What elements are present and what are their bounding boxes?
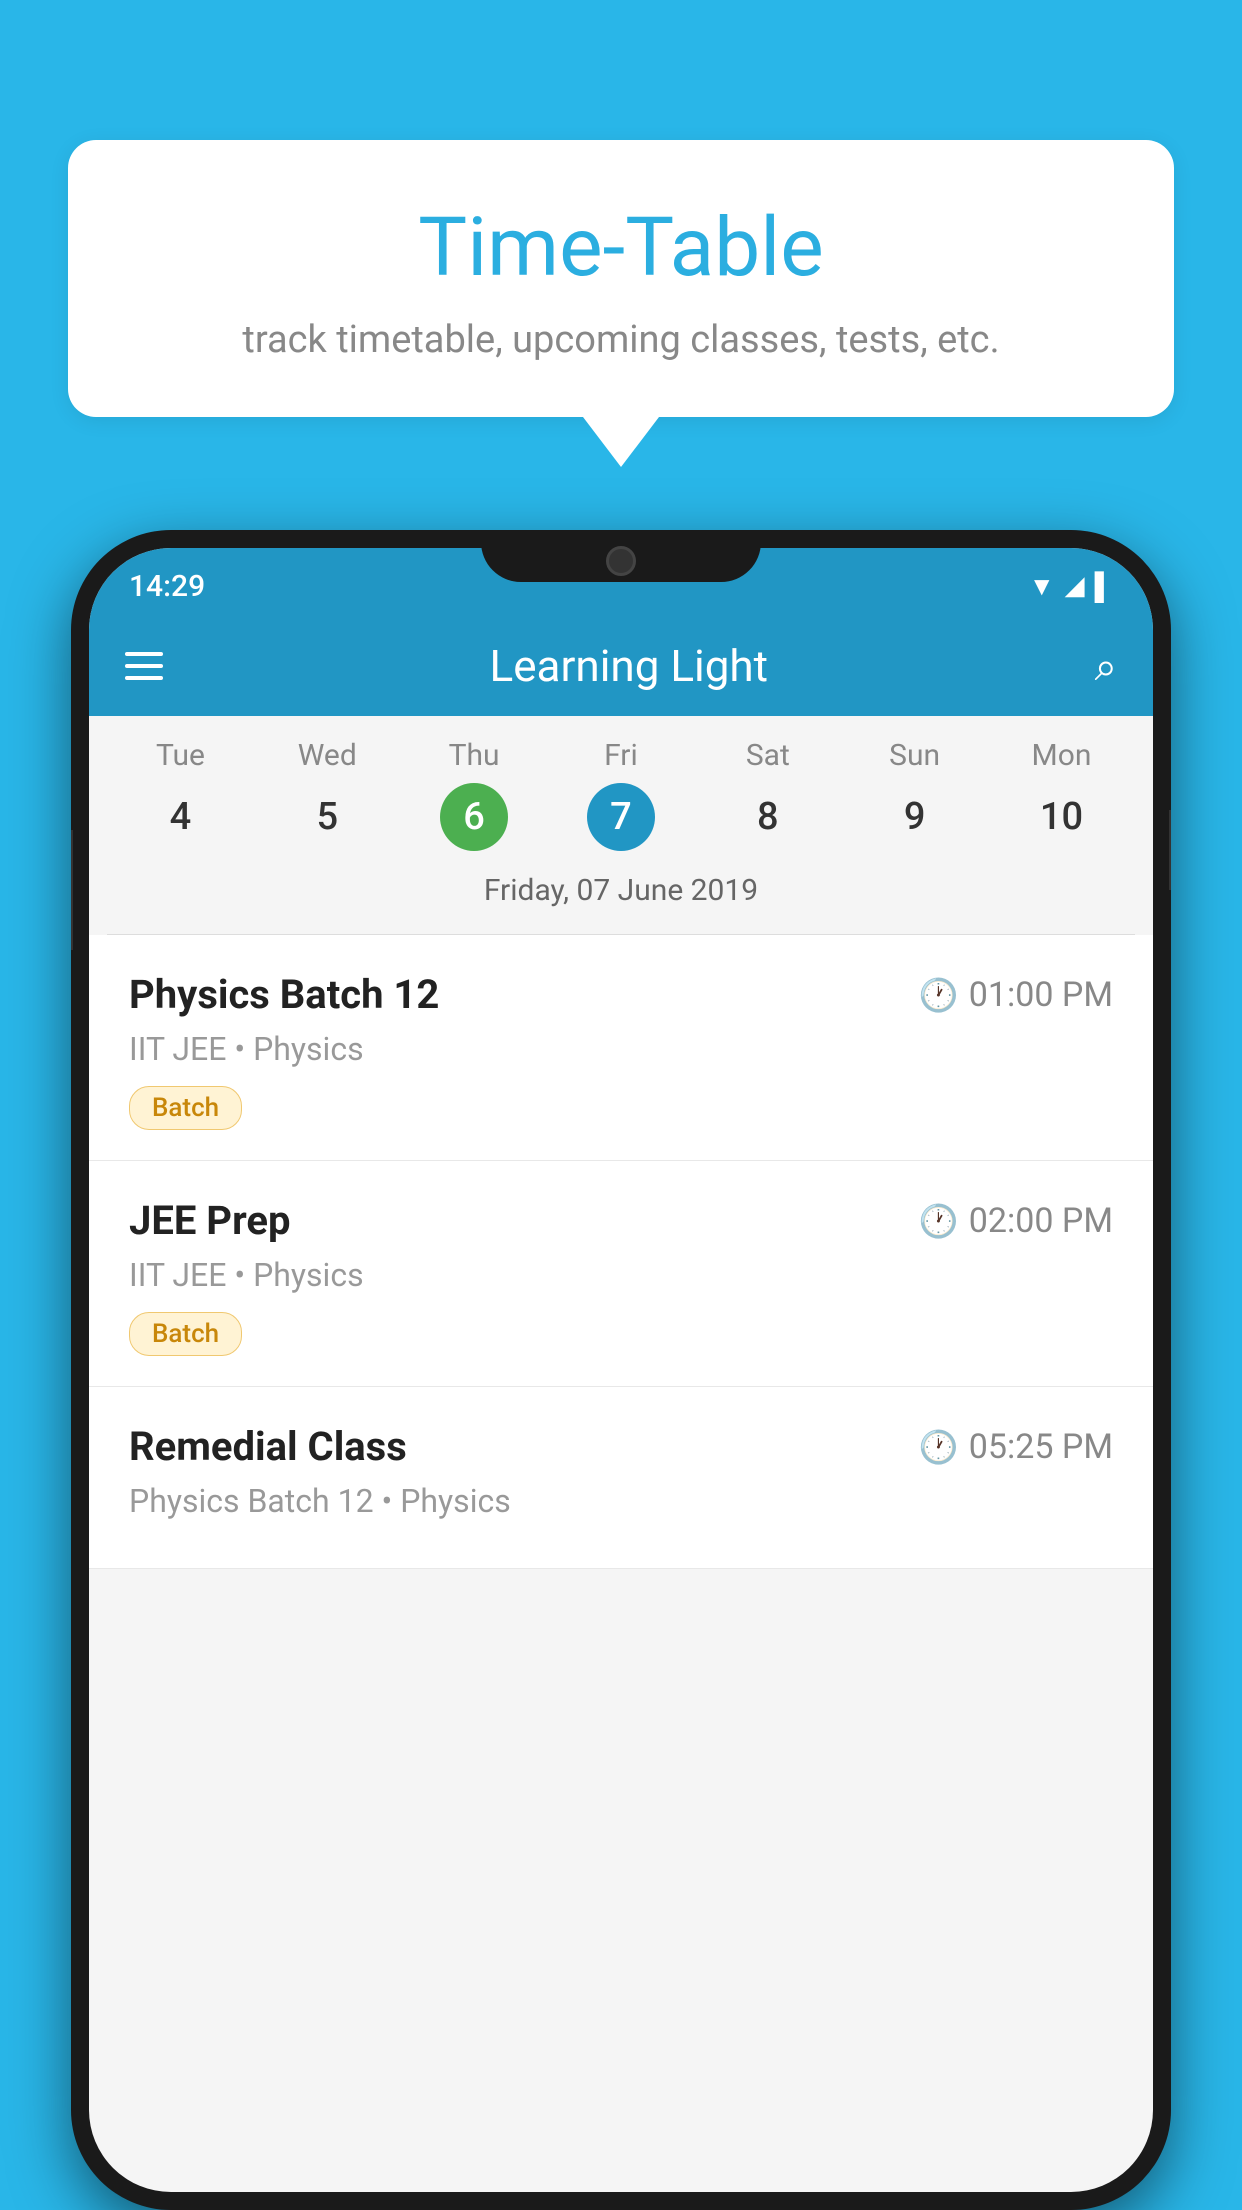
clock-icon: 🕐 — [919, 976, 959, 1014]
day-number[interactable]: 8 — [734, 783, 802, 851]
schedule-title: JEE Prep — [129, 1197, 290, 1244]
speech-bubble-section: Time-Table track timetable, upcoming cla… — [68, 140, 1174, 467]
calendar-day-col[interactable]: Thu 6 — [409, 738, 539, 851]
search-icon[interactable]: ⌕ — [1095, 643, 1117, 690]
clock-icon: 🕐 — [919, 1202, 959, 1240]
phone-button-left — [71, 830, 73, 950]
day-label: Wed — [298, 738, 357, 773]
schedule-item-header: Physics Batch 12 🕐 01:00 PM — [129, 971, 1113, 1018]
time-text: 01:00 PM — [969, 975, 1113, 1015]
app-title: Learning Light — [490, 640, 769, 692]
signal-icon: ◢ — [1065, 571, 1085, 601]
menu-button[interactable] — [125, 652, 163, 680]
schedule-list: Physics Batch 12 🕐 01:00 PM IIT JEE • Physi… — [89, 935, 1153, 1569]
batch-badge: Batch — [129, 1086, 242, 1130]
app-header: Learning Light ⌕ — [89, 616, 1153, 716]
status-icons: ▼ ◢ ▌ — [1029, 571, 1113, 602]
schedule-subtitle: Physics Batch 12 • Physics — [129, 1482, 1113, 1520]
calendar-day-col[interactable]: Fri 7 — [556, 738, 686, 851]
calendar-day-col[interactable]: Wed 5 — [262, 738, 392, 851]
day-number[interactable]: 4 — [146, 783, 214, 851]
day-label: Mon — [1032, 738, 1092, 773]
menu-line-2 — [125, 664, 163, 668]
day-number[interactable]: 9 — [881, 783, 949, 851]
clock-icon: 🕐 — [919, 1428, 959, 1466]
bubble-pointer — [583, 417, 659, 467]
schedule-title: Physics Batch 12 — [129, 971, 439, 1018]
schedule-title: Remedial Class — [129, 1423, 407, 1470]
calendar-day-col[interactable]: Sun 9 — [850, 738, 980, 851]
calendar-day-col[interactable]: Sat 8 — [703, 738, 833, 851]
schedule-item-header: Remedial Class 🕐 05:25 PM — [129, 1423, 1113, 1470]
day-number[interactable]: 10 — [1027, 783, 1095, 851]
calendar-day-col[interactable]: Mon 10 — [996, 738, 1126, 851]
calendar-selected-date: Friday, 07 June 2019 — [107, 861, 1135, 926]
schedule-item-header: JEE Prep 🕐 02:00 PM — [129, 1197, 1113, 1244]
schedule-time: 🕐 05:25 PM — [919, 1427, 1113, 1467]
day-label: Sun — [889, 738, 940, 773]
day-number[interactable]: 5 — [293, 783, 361, 851]
batch-badge: Batch — [129, 1312, 242, 1356]
battery-icon: ▌ — [1095, 571, 1113, 602]
day-label: Thu — [449, 738, 500, 773]
schedule-item[interactable]: Remedial Class 🕐 05:25 PM Physics Batch 12 … — [89, 1387, 1153, 1569]
status-time: 14:29 — [129, 569, 205, 604]
phone-button-right — [1169, 810, 1171, 890]
menu-line-1 — [125, 652, 163, 656]
wifi-icon: ▼ — [1029, 571, 1055, 602]
phone-screen: 14:29 ▼ ◢ ▌ Learning Light ⌕ — [89, 548, 1153, 2192]
time-text: 05:25 PM — [969, 1427, 1113, 1467]
phone-wrapper: 14:29 ▼ ◢ ▌ Learning Light ⌕ — [68, 530, 1174, 2210]
day-label: Sat — [746, 738, 790, 773]
day-number[interactable]: 6 — [440, 783, 508, 851]
phone-frame: 14:29 ▼ ◢ ▌ Learning Light ⌕ — [71, 530, 1171, 2210]
schedule-time: 🕐 01:00 PM — [919, 975, 1113, 1015]
speech-bubble-card: Time-Table track timetable, upcoming cla… — [68, 140, 1174, 417]
bubble-subtitle: track timetable, upcoming classes, tests… — [108, 318, 1134, 362]
calendar-day-col[interactable]: Tue 4 — [115, 738, 245, 851]
schedule-subtitle: IIT JEE • Physics — [129, 1030, 1113, 1068]
bubble-title: Time-Table — [108, 200, 1134, 296]
day-label: Fri — [604, 738, 638, 773]
phone-camera — [606, 546, 636, 576]
schedule-subtitle: IIT JEE • Physics — [129, 1256, 1113, 1294]
phone-notch — [481, 530, 761, 582]
calendar-strip: Tue 4 Wed 5 Thu 6 Fri 7 Sat 8 Sun 9 Mon 10 Friday, 07… — [89, 716, 1153, 934]
day-number[interactable]: 7 — [587, 783, 655, 851]
schedule-time: 🕐 02:00 PM — [919, 1201, 1113, 1241]
calendar-days-row: Tue 4 Wed 5 Thu 6 Fri 7 Sat 8 Sun 9 Mon 10 — [107, 738, 1135, 851]
schedule-item[interactable]: Physics Batch 12 🕐 01:00 PM IIT JEE • Physi… — [89, 935, 1153, 1161]
menu-line-3 — [125, 676, 163, 680]
schedule-item[interactable]: JEE Prep 🕐 02:00 PM IIT JEE • Physics Batch — [89, 1161, 1153, 1387]
time-text: 02:00 PM — [969, 1201, 1113, 1241]
day-label: Tue — [156, 738, 205, 773]
